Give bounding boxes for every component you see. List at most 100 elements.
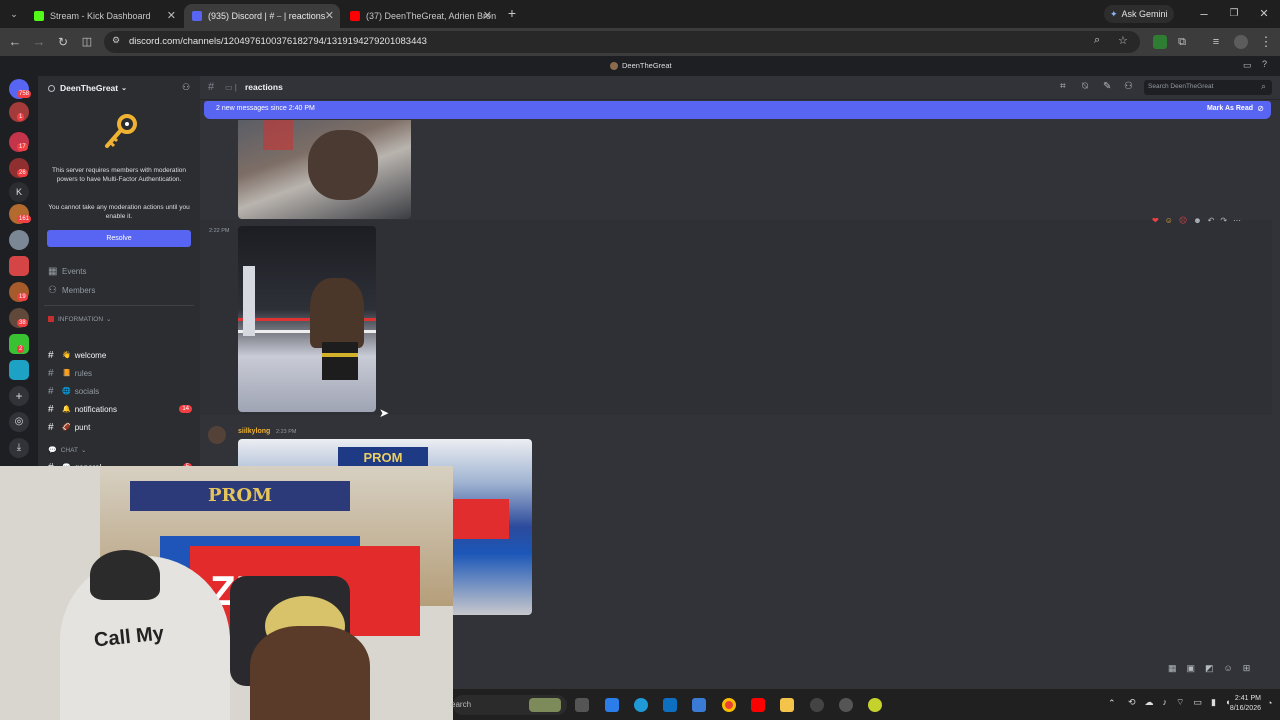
- channel-punt[interactable]: # 🏈 punt: [48, 419, 196, 435]
- football-emoji-icon: 🏈: [62, 424, 71, 431]
- chrome-menu-icon[interactable]: ⋮: [1258, 34, 1274, 50]
- channel-welcome[interactable]: # 👋 welcome: [48, 347, 196, 363]
- channel-rules[interactable]: # 📙 rules: [48, 365, 196, 381]
- member-list-icon[interactable]: ⚇: [1124, 81, 1133, 92]
- back-button[interactable]: ←: [7, 34, 23, 50]
- task-view-icon[interactable]: [575, 698, 589, 712]
- minimize-button[interactable]: –: [1196, 6, 1212, 22]
- more-options-icon[interactable]: ⋯: [1233, 216, 1241, 225]
- reload-button[interactable]: ↻: [55, 34, 71, 50]
- hash-icon: #: [48, 367, 54, 379]
- pin-icon[interactable]: ✎: [1103, 81, 1111, 92]
- download-icon[interactable]: ⤓: [9, 438, 29, 458]
- gift-icon[interactable]: ▦: [1168, 663, 1177, 674]
- invite-people-icon[interactable]: ⚇: [182, 82, 190, 93]
- resolve-button[interactable]: Resolve: [47, 230, 191, 247]
- app-icon[interactable]: [810, 698, 824, 712]
- gif-icon[interactable]: ▣: [1187, 663, 1196, 674]
- threads-icon[interactable]: ⌗: [1060, 81, 1066, 92]
- forward-button[interactable]: →: [31, 34, 47, 50]
- taskbar-search[interactable]: earch: [451, 695, 567, 715]
- category-information[interactable]: INFORMATION ⌄: [48, 311, 196, 327]
- nav-members[interactable]: ⚇ Members: [48, 282, 196, 298]
- channel-label: notifications: [74, 404, 117, 414]
- maximize-button[interactable]: ❐: [1226, 6, 1242, 22]
- extensions-puzzle-icon[interactable]: ⧉: [1174, 34, 1190, 50]
- ask-gemini-label: Ask Gemini: [1121, 9, 1168, 19]
- reading-list-icon[interactable]: ≡: [1208, 34, 1224, 50]
- mark-as-read-button[interactable]: Mark As Read: [1207, 105, 1253, 112]
- outlook-icon[interactable]: [692, 698, 706, 712]
- close-tab-icon[interactable]: ✕: [325, 9, 334, 22]
- inbox-icon[interactable]: ▭: [1243, 60, 1252, 71]
- laugh-reaction-icon[interactable]: ☺: [1165, 216, 1173, 225]
- new-messages-bar[interactable]: 2 new messages since 2:40 PM Mark As Rea…: [204, 101, 1271, 119]
- store-icon[interactable]: [663, 698, 677, 712]
- discover-icon[interactable]: ◎: [9, 412, 29, 432]
- forward-icon[interactable]: ↷: [1220, 216, 1227, 225]
- hash-icon: #: [48, 349, 54, 361]
- server-name-button[interactable]: DeenTheGreat ⌄: [48, 83, 127, 93]
- notifications-bell-icon[interactable]: ◔: [1267, 698, 1272, 708]
- server-icon[interactable]: [9, 256, 29, 276]
- channel-label: socials: [74, 386, 100, 396]
- sidebar-icon[interactable]: ◫: [79, 34, 95, 50]
- tab-discord[interactable]: (935) Discord | # ⎯ | reactions ✕: [184, 4, 340, 28]
- notification-bell-icon[interactable]: ⍉: [1082, 81, 1088, 92]
- taskbar-clock[interactable]: 2:41 PM 8/16/2026: [1215, 694, 1261, 714]
- address-bar[interactable]: ⚙ discord.com/channels/12049761003761827…: [104, 31, 1140, 53]
- close-window-button[interactable]: ✕: [1256, 6, 1272, 22]
- tray-mic-icon[interactable]: ♪: [1163, 697, 1168, 708]
- bookmark-star-icon[interactable]: ☆: [1118, 34, 1128, 47]
- emoji-icon[interactable]: ☺: [1224, 663, 1233, 674]
- message-author[interactable]: siilkylong: [238, 428, 270, 435]
- edge-icon[interactable]: [634, 698, 648, 712]
- ask-gemini-button[interactable]: ✦ Ask Gemini: [1104, 5, 1174, 23]
- youtube-app-icon[interactable]: [751, 698, 765, 712]
- avatar[interactable]: [208, 426, 226, 444]
- hash-icon: #: [48, 421, 54, 433]
- file-explorer-icon[interactable]: [780, 698, 794, 712]
- message-timestamp: 2:22 PM: [209, 228, 230, 234]
- media-player-icon[interactable]: [839, 698, 853, 712]
- heart-reaction-icon[interactable]: ❤: [1152, 216, 1159, 225]
- zoom-icon[interactable]: ⌕: [1094, 34, 1100, 47]
- apps-icon[interactable]: ⊞: [1243, 663, 1251, 674]
- chrome-icon[interactable]: [722, 698, 736, 712]
- tab-search-icon[interactable]: ⌄: [6, 6, 22, 22]
- search-input[interactable]: Search DeenTheGreat ⌕: [1144, 80, 1272, 95]
- add-reaction-icon[interactable]: ☻: [1193, 216, 1201, 225]
- channel-notifications[interactable]: # 🔔 notifications 14: [48, 401, 196, 417]
- copilot-icon[interactable]: [605, 698, 619, 712]
- tab-kick-dashboard[interactable]: Stream - Kick Dashboard ✕: [26, 4, 182, 28]
- tray-cloud-icon[interactable]: ☁: [1145, 697, 1154, 708]
- boxer-figure: [310, 278, 364, 348]
- channel-socials[interactable]: # 🌐 socials: [48, 383, 196, 399]
- reply-icon[interactable]: ↶: [1208, 216, 1215, 225]
- help-icon[interactable]: ?: [1262, 59, 1267, 69]
- app-icon[interactable]: [868, 698, 882, 712]
- kick-server-icon[interactable]: K: [9, 182, 29, 202]
- category-chat[interactable]: 💬 CHAT ⌄: [48, 442, 196, 458]
- close-tab-icon[interactable]: ✕: [167, 9, 176, 22]
- add-server-icon[interactable]: +: [9, 386, 29, 406]
- message-image[interactable]: [238, 120, 411, 219]
- tray-app-icon[interactable]: ⟲: [1128, 697, 1136, 708]
- sticker-icon[interactable]: ◩: [1205, 663, 1214, 674]
- server-icon[interactable]: [9, 360, 29, 380]
- chevron-up-icon[interactable]: ⌃: [1108, 698, 1116, 709]
- tray-wifi-icon[interactable]: ⌔: [1176, 697, 1184, 708]
- profile-avatar[interactable]: [1234, 35, 1248, 49]
- close-tab-icon[interactable]: ✕: [483, 9, 492, 22]
- server-icon[interactable]: [9, 230, 29, 250]
- message-image[interactable]: [238, 226, 376, 412]
- new-tab-button[interactable]: +: [504, 5, 520, 21]
- angry-reaction-icon[interactable]: ☹: [1179, 216, 1187, 225]
- unread-badge: 758: [17, 90, 32, 98]
- chevron-down-icon: ⌄: [121, 85, 127, 92]
- extension-icon[interactable]: [1153, 35, 1167, 49]
- nav-events[interactable]: ▦ Events: [48, 263, 196, 279]
- site-info-icon[interactable]: ⚙: [112, 35, 120, 46]
- tab-youtube[interactable]: (37) DeenTheGreat, Adrien Bron ✕: [342, 4, 498, 28]
- tray-display-icon[interactable]: ▭: [1194, 697, 1203, 708]
